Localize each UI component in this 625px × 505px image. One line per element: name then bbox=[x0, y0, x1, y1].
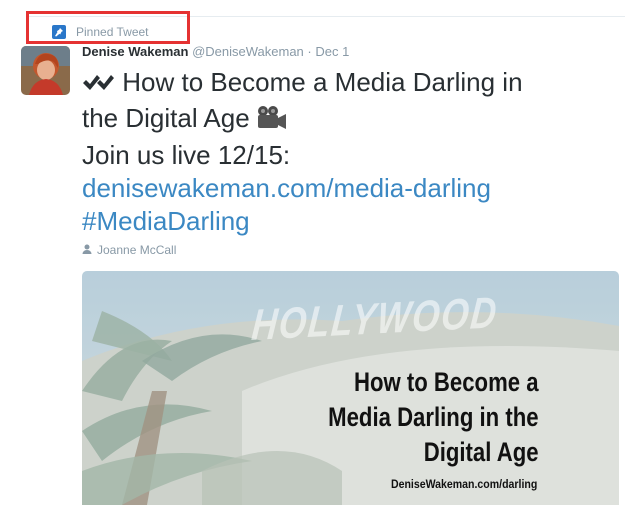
tagged-user-name: Joanne McCall bbox=[97, 243, 177, 257]
movie-camera-icon bbox=[254, 105, 288, 139]
media-title: How to Become a Media Darling in the Dig… bbox=[329, 365, 539, 470]
tweet-text-line-2: the Digital Age bbox=[82, 102, 617, 139]
tweet-hashtag[interactable]: #MediaDarling bbox=[82, 205, 617, 238]
tweet-text-line-3: Join us live 12/15: bbox=[82, 140, 291, 170]
tagged-user[interactable]: Joanne McCall bbox=[82, 243, 176, 257]
tweet-text: How to Become a Media Darling in the Dig… bbox=[82, 66, 617, 238]
person-icon bbox=[82, 243, 92, 257]
tweet-text-title-cont: the Digital Age bbox=[82, 103, 250, 133]
tweet-media-image[interactable]: HOLLYWOOD How to Become a Media Darling … bbox=[82, 271, 619, 505]
highlight-annotation-box bbox=[26, 11, 190, 44]
author-name[interactable]: Denise Wakeman bbox=[82, 44, 188, 59]
tweet-date[interactable]: Dec 1 bbox=[315, 44, 349, 59]
tweet-header: Denise Wakeman @DeniseWakeman · Dec 1 bbox=[82, 44, 349, 60]
tweet-link[interactable]: denisewakeman.com/media-darling bbox=[82, 172, 617, 205]
media-title-line-2: Media Darling in the bbox=[328, 402, 539, 432]
header-separator: · bbox=[307, 44, 312, 59]
tweet-text-line-1: How to Become a Media Darling in bbox=[82, 66, 617, 102]
tweet-text-title: How to Become a Media Darling in bbox=[122, 67, 523, 97]
media-title-line-1: How to Become a bbox=[354, 367, 539, 397]
heavy-check-mark-icon bbox=[82, 69, 115, 102]
tweet-page: Pinned Tweet Denise Wakeman @DeniseWakem… bbox=[0, 0, 625, 505]
media-url: DeniseWakeman.com/darling bbox=[390, 477, 537, 491]
avatar[interactable] bbox=[21, 46, 70, 95]
author-handle[interactable]: @DeniseWakeman bbox=[192, 44, 304, 59]
media-title-line-3: Digital Age bbox=[424, 437, 539, 467]
